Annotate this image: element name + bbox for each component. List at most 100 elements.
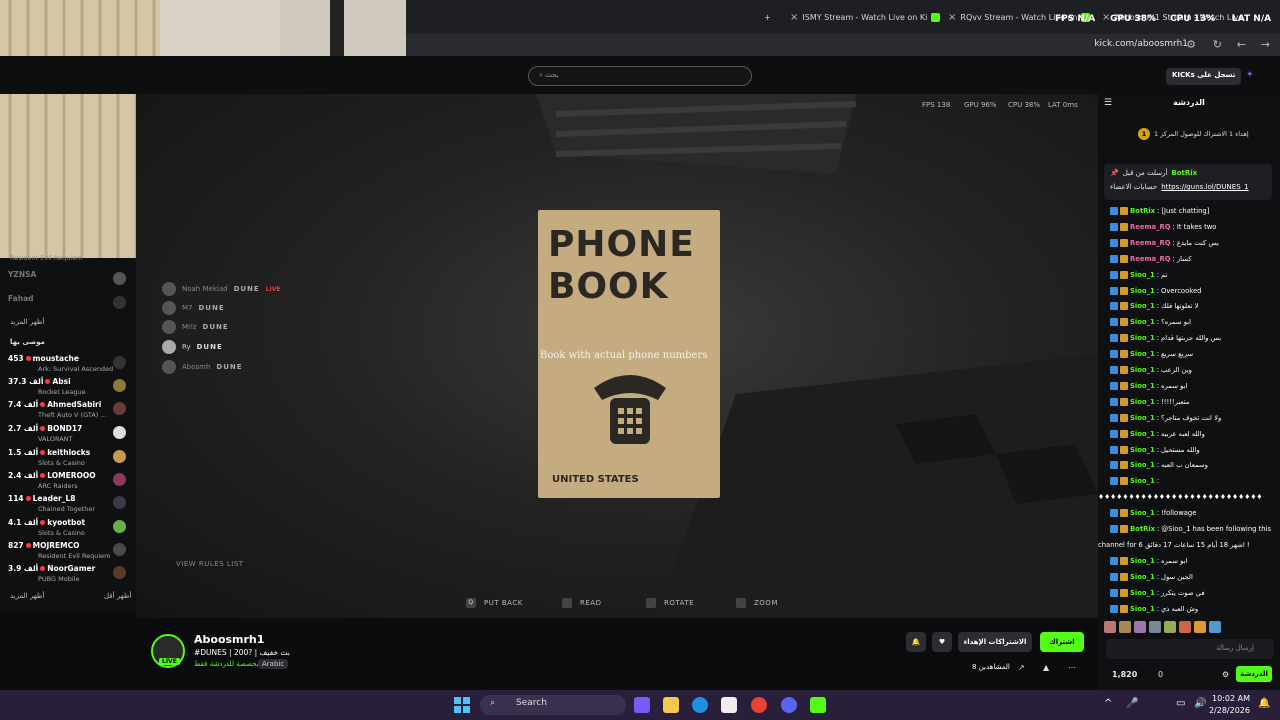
chat-username[interactable]: Sioo_1: [1130, 366, 1155, 374]
chat-input[interactable]: إرسال رسالة: [1106, 639, 1274, 659]
chat-username[interactable]: Sioo_1: [1130, 350, 1155, 358]
leaderboard-banner[interactable]: 1 إهداء 1 الاشتراك للوصول المركز 1: [1138, 128, 1249, 140]
chat-username[interactable]: Sioo_1: [1130, 557, 1155, 565]
chat-username[interactable]: BotRix: [1130, 207, 1155, 215]
new-tab-button[interactable]: +: [764, 8, 771, 26]
volume-icon[interactable]: 🔊: [1194, 698, 1206, 709]
badge-icon: [1110, 270, 1118, 279]
chat-username[interactable]: Reema_RQ: [1130, 223, 1171, 231]
show-more-link[interactable]: أظهر المزيد: [10, 318, 44, 326]
collapse-chat-icon[interactable]: ☰: [1104, 98, 1112, 108]
kick-app-icon[interactable]: [810, 697, 826, 713]
chat-username[interactable]: Sioo_1: [1130, 382, 1155, 390]
address-bar[interactable]: kick.com/aboosmrh1 ⚙ ↻ ← →: [406, 34, 1280, 56]
viewer-count: 8 المشاهدين: [972, 663, 1010, 671]
taskbar-search[interactable]: ⌕ Search: [480, 695, 626, 715]
chat-text: [Just chatting]: [1161, 207, 1210, 215]
chat-username[interactable]: Sioo_1: [1130, 589, 1155, 597]
sidebar-item-offline[interactable]: Fahad: [8, 294, 130, 318]
chat-username[interactable]: Reema_RQ: [1130, 255, 1171, 263]
mic-icon[interactable]: 🎤: [1126, 698, 1138, 709]
site-info-icon[interactable]: ⚙: [1186, 38, 1196, 51]
share-icon[interactable]: ↗: [1018, 663, 1025, 672]
kick-points-icon[interactable]: ✦: [1246, 70, 1256, 80]
chat-username[interactable]: Sioo_1: [1130, 430, 1155, 438]
sidebar-channel[interactable]: 2.7 ألف BOND17 VALORANT: [8, 424, 130, 448]
more-icon[interactable]: ⋯: [1068, 663, 1076, 672]
sidebar-channel[interactable]: 453 moustache Ark: Survival Ascended: [8, 354, 130, 378]
tray-chevron-icon[interactable]: ^: [1104, 698, 1112, 709]
file-explorer-icon[interactable]: [663, 697, 679, 713]
subscribe-button[interactable]: اشتراك: [1040, 632, 1084, 652]
chat-text: @Sioo_1 has been following this: [1161, 525, 1271, 533]
dune-member-row: Abosmh DUNE: [162, 360, 243, 374]
sidebar-channel[interactable]: 1.5 ألف keithlocks Slots & Casino: [8, 448, 130, 472]
chat-username[interactable]: Sioo_1: [1130, 334, 1155, 342]
kick-points[interactable]: 1,820: [1112, 670, 1137, 679]
chat-username[interactable]: Sioo_1: [1130, 446, 1155, 454]
search-input[interactable]: ⌕ بحث: [528, 66, 752, 86]
edge-icon[interactable]: [692, 697, 708, 713]
chat-send-button[interactable]: الدردشة: [1236, 666, 1272, 682]
follow-heart-button[interactable]: ♥: [932, 632, 952, 652]
chat-username[interactable]: Sioo_1: [1130, 302, 1155, 310]
chat-username[interactable]: Reema_RQ: [1130, 239, 1171, 247]
pinned-user[interactable]: BotRix: [1171, 169, 1197, 177]
chat-username[interactable]: Sioo_1: [1130, 318, 1155, 326]
sidebar-item-offline[interactable]: YZNSA: [8, 270, 130, 294]
badge-icon: [1120, 254, 1128, 263]
url-text[interactable]: kick.com/aboosmrh1: [1094, 39, 1188, 49]
chat-input-placeholder: إرسال رسالة: [1216, 644, 1254, 652]
store-icon[interactable]: [721, 697, 737, 713]
sidebar-channel[interactable]: 114 Leader_L8 Chained Together: [8, 494, 130, 518]
pinned-link[interactable]: https://guns.lol/DUNES_1: [1161, 183, 1248, 191]
stream-category[interactable]: مخصصة للدردشة فقط: [194, 660, 260, 668]
sidebar-channel[interactable]: 2.4 ألف LOMEROOO ARC Raiders: [8, 471, 130, 495]
browser-tab[interactable]: × ISMY Stream - Watch Live on Ki: [790, 8, 941, 26]
copilot-icon[interactable]: [634, 697, 650, 713]
chat-username[interactable]: BotRix: [1130, 525, 1155, 533]
emote-bar[interactable]: [1104, 621, 1274, 635]
chat-username[interactable]: Sioo_1: [1130, 509, 1155, 517]
chat-text: !!!!!متعبر: [1161, 397, 1190, 406]
chat-username[interactable]: Sioo_1: [1130, 573, 1155, 581]
sidebar-channel[interactable]: 4.1 ألف kyootbot Slots & Casino: [8, 518, 130, 542]
chat-message: Sioo_1: ولا انت تخوف متاجر؟: [1110, 411, 1276, 425]
report-icon[interactable]: ▲: [1043, 663, 1049, 672]
forward-icon[interactable]: →: [1261, 38, 1270, 51]
overlay-lat: LAT N/A: [1232, 14, 1272, 24]
chat-username[interactable]: Sioo_1: [1130, 461, 1155, 469]
show-less-link[interactable]: أظهر أقل: [104, 592, 131, 600]
badge-icon: [1110, 366, 1118, 374]
notification-bell-button[interactable]: 🔔: [906, 632, 926, 652]
chat-username[interactable]: Sioo_1: [1130, 477, 1155, 485]
streamer-name[interactable]: Aboosmrh1: [194, 633, 264, 646]
chat-username[interactable]: Sioo_1: [1130, 414, 1155, 422]
pinned-message[interactable]: 📌 أرسلت من قبل BotRix حسابات الاعضاء htt…: [1104, 164, 1272, 200]
chat-message: Sioo_1: والله لعبه عربيه: [1110, 427, 1276, 441]
show-more-link[interactable]: أظهر المزيد: [10, 592, 44, 600]
discord-icon[interactable]: [781, 697, 797, 713]
windows-start-icon[interactable]: [454, 697, 470, 713]
notification-icon[interactable]: 🔔: [1258, 698, 1270, 709]
chrome-icon[interactable]: [751, 697, 767, 713]
chat-username[interactable]: Sioo_1: [1130, 398, 1155, 406]
network-icon[interactable]: ▭: [1176, 698, 1185, 709]
sidebar-channel[interactable]: 7.4 ألف AhmedSabiri Theft Auto V (GTA) ...: [8, 400, 130, 424]
close-icon[interactable]: ×: [948, 12, 956, 23]
chat-username[interactable]: Sioo_1: [1130, 287, 1155, 295]
gift-subs-button[interactable]: الاشتراكات الإهداء: [958, 632, 1032, 652]
login-button[interactable]: KICKs تسجل على: [1166, 68, 1242, 85]
chat-username[interactable]: Sioo_1: [1130, 271, 1155, 279]
sidebar-channel[interactable]: 3.9 ألف NoorGamer PUBG Mobile: [8, 564, 130, 588]
badge-icon: [1110, 413, 1118, 422]
sidebar-channel[interactable]: 827 MOJREMCO Resident Evil Requiem: [8, 541, 130, 565]
reload-icon[interactable]: ↻: [1213, 38, 1222, 51]
close-icon[interactable]: ×: [790, 12, 798, 23]
back-icon[interactable]: ←: [1237, 38, 1246, 51]
clock[interactable]: 10:02 AM 2/28/2026: [1209, 693, 1250, 717]
chat-username[interactable]: Sioo_1: [1130, 605, 1155, 613]
chat-settings-icon[interactable]: ⚙: [1222, 670, 1229, 679]
language-tag[interactable]: Arabic: [258, 659, 289, 669]
sidebar-channel[interactable]: 37.3 ألف Absi Rocket League: [8, 377, 130, 401]
